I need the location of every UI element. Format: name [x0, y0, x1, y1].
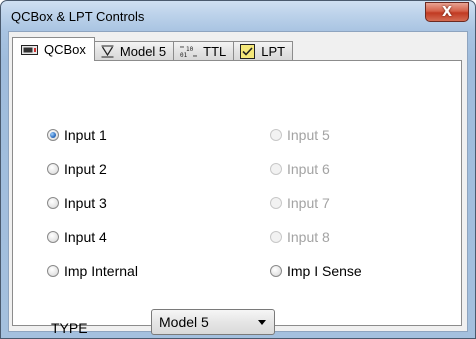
radio-icon: [47, 231, 59, 243]
radio-imp-internal[interactable]: Imp Internal: [47, 263, 138, 279]
radio-icon: [270, 163, 282, 175]
radio-label: Input 8: [287, 229, 330, 245]
client-area: QCBox Model 5 10 01 TTL LPT Input 1 Inpu…: [8, 31, 468, 336]
radio-icon: [270, 129, 282, 141]
tab-label: Model 5: [119, 44, 167, 59]
tab-strip: QCBox Model 5 10 01 TTL LPT: [12, 36, 294, 61]
radio-input-6: Input 6: [270, 161, 330, 177]
radio-imp-i-sense[interactable]: Imp I Sense: [270, 263, 362, 279]
tab-qcbox[interactable]: QCBox: [12, 37, 95, 61]
radio-label: Imp Internal: [64, 263, 138, 279]
binary-icon: 10 01: [180, 45, 197, 58]
window-title: QCBox & LPT Controls: [11, 9, 145, 24]
radio-label: Input 2: [64, 161, 107, 177]
tab-label: TTL: [203, 44, 227, 59]
type-label: TYPE: [51, 320, 88, 336]
model-icon: [101, 45, 114, 58]
radio-input-2[interactable]: Input 2: [47, 161, 107, 177]
radio-input-7: Input 7: [270, 195, 330, 211]
radio-label: Imp I Sense: [287, 263, 362, 279]
radio-label: Input 5: [287, 127, 330, 143]
radio-label: Input 7: [287, 195, 330, 211]
tab-label: QCBox: [44, 42, 86, 57]
radio-selected-icon: [47, 129, 59, 141]
radio-icon: [47, 163, 59, 175]
close-icon: X: [441, 4, 453, 20]
radio-label: Input 4: [64, 229, 107, 245]
radio-icon: [47, 265, 59, 277]
radio-input-8: Input 8: [270, 229, 330, 245]
tab-ttl[interactable]: 10 01 TTL: [173, 41, 235, 61]
radio-icon: [270, 265, 282, 277]
radio-input-4[interactable]: Input 4: [47, 229, 107, 245]
tab-label: LPT: [261, 44, 286, 59]
radio-input-5: Input 5: [270, 127, 330, 143]
svg-text:01: 01: [180, 52, 188, 58]
title-bar[interactable]: QCBox & LPT Controls X: [1, 1, 475, 31]
tab-model-5[interactable]: Model 5: [93, 41, 175, 61]
radio-input-3[interactable]: Input 3: [47, 195, 107, 211]
device-icon: [21, 44, 38, 55]
checkbox-icon: [240, 44, 256, 59]
close-button[interactable]: X: [425, 2, 469, 22]
tab-page-qcbox: Input 1 Input 2 Input 3 Input 4 Imp Inte…: [12, 60, 462, 336]
dialog-window: QCBox & LPT Controls X QCBox Model 5 10 …: [0, 0, 476, 339]
radio-label: Input 3: [64, 195, 107, 211]
type-selected-value: Model 5: [159, 314, 209, 330]
radio-label: Input 1: [64, 127, 107, 143]
radio-input-1[interactable]: Input 1: [47, 127, 107, 143]
radio-icon: [270, 231, 282, 243]
tab-lpt[interactable]: LPT: [233, 41, 294, 61]
radio-label: Input 6: [287, 161, 330, 177]
dropdown-arrow-icon: [258, 320, 266, 325]
radio-icon: [47, 197, 59, 209]
type-select[interactable]: Model 5: [151, 309, 275, 335]
radio-icon: [270, 197, 282, 209]
